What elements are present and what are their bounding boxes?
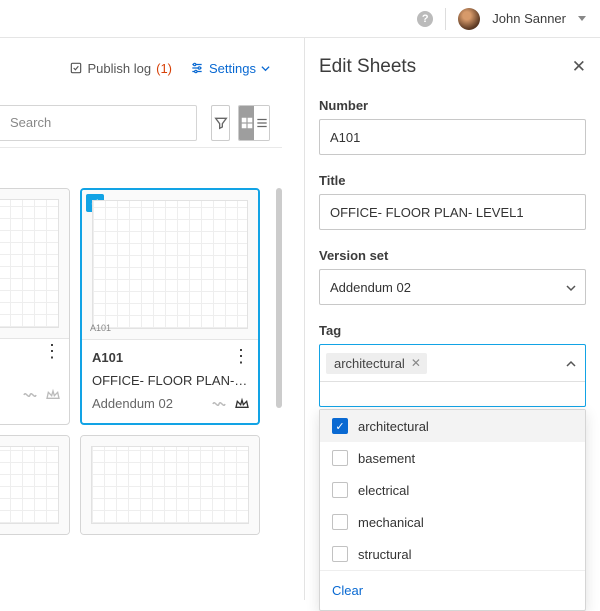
settings-button[interactable]: Settings <box>190 61 270 76</box>
title-input[interactable] <box>319 194 586 230</box>
list-icon <box>255 116 269 130</box>
funnel-icon <box>213 115 229 131</box>
crown-icon <box>234 397 250 411</box>
tag-chip: architectural ✕ <box>326 353 427 374</box>
publish-log-icon <box>69 61 83 75</box>
thumb-label: A101 <box>90 323 111 333</box>
kebab-icon[interactable]: ⋮ <box>232 350 250 362</box>
publish-log-count: (1) <box>156 61 172 76</box>
remove-tag-icon[interactable]: ✕ <box>411 356 421 370</box>
chevron-up-icon[interactable] <box>565 355 577 370</box>
sheet-card[interactable]: A100 ⋮ PLAN- BA... <box>0 188 70 425</box>
tag-option-label: electrical <box>358 483 409 498</box>
sheet-thumbnail[interactable] <box>0 436 69 534</box>
tag-label: Tag <box>319 323 586 338</box>
version-set-select[interactable]: Addendum 02 <box>319 269 586 305</box>
grid-view-button[interactable] <box>239 106 254 140</box>
chevron-down-icon <box>261 64 270 73</box>
checkbox-icon <box>332 546 348 562</box>
tag-dropdown: ✓ architectural basement electrical mech… <box>319 409 586 611</box>
card-title: OFFICE- FLOOR PLAN- LE... <box>92 373 250 388</box>
tag-chip-label: architectural <box>334 356 405 371</box>
sliders-icon <box>190 61 204 75</box>
crown-icon <box>45 388 61 402</box>
view-toggle <box>238 105 270 141</box>
publish-log-label: Publish log <box>88 61 152 76</box>
scrollbar[interactable] <box>276 188 282 600</box>
card-title: PLAN- BA... <box>0 365 61 380</box>
user-name[interactable]: John Sanner <box>492 11 566 26</box>
kebab-icon[interactable]: ⋮ <box>43 345 61 357</box>
settings-label: Settings <box>209 61 256 76</box>
tag-option-electrical[interactable]: electrical <box>320 474 585 506</box>
clear-tags-button[interactable]: Clear <box>320 570 585 610</box>
avatar[interactable] <box>458 8 480 30</box>
checkbox-icon <box>332 514 348 530</box>
tag-option-mechanical[interactable]: mechanical <box>320 506 585 538</box>
search-input[interactable] <box>0 105 197 141</box>
number-input[interactable] <box>319 119 586 155</box>
divider <box>445 8 446 30</box>
tag-option-structural[interactable]: structural <box>320 538 585 570</box>
title-label: Title <box>319 173 586 188</box>
tag-option-basement[interactable]: basement <box>320 442 585 474</box>
card-number: A101 <box>92 350 123 365</box>
sheet-thumbnail[interactable]: ✓ A101 <box>82 190 258 340</box>
sheet-thumbnail[interactable] <box>81 436 259 534</box>
card-version: Addendum 02 <box>92 396 173 411</box>
version-set-label: Version set <box>319 248 586 263</box>
link-icon <box>210 397 228 411</box>
version-set-value: Addendum 02 <box>330 280 411 295</box>
panel-title: Edit Sheets <box>319 56 416 78</box>
tag-option-label: mechanical <box>358 515 424 530</box>
edit-sheets-panel: Edit Sheets ✕ Number Title Version set A… <box>304 38 600 600</box>
close-icon[interactable]: ✕ <box>572 57 586 77</box>
number-label: Number <box>319 98 586 113</box>
scrollbar-thumb[interactable] <box>276 188 282 408</box>
sheet-card[interactable] <box>80 435 260 535</box>
card-status-icons <box>210 397 250 411</box>
grid-icon <box>240 116 254 130</box>
tag-option-label: structural <box>358 547 411 562</box>
filter-button[interactable] <box>211 105 230 141</box>
tag-option-label: architectural <box>358 419 429 434</box>
checkbox-icon <box>332 450 348 466</box>
sheet-card[interactable]: ✓ A101 A101 ⋮ OFFICE- FLOOR PLAN- LE... … <box>80 188 260 425</box>
help-icon[interactable]: ? <box>417 11 433 27</box>
tag-option-architectural[interactable]: ✓ architectural <box>320 410 585 442</box>
tag-multiselect[interactable]: architectural ✕ ✓ architectural basement… <box>319 344 586 407</box>
chevron-down-icon <box>565 282 575 292</box>
sheet-card[interactable] <box>0 435 70 535</box>
checkbox-icon: ✓ <box>332 418 348 434</box>
checkbox-icon <box>332 482 348 498</box>
chevron-down-icon[interactable] <box>578 16 586 21</box>
link-icon <box>21 388 39 402</box>
publish-log-button[interactable]: Publish log (1) <box>69 61 173 76</box>
list-view-button[interactable] <box>254 106 269 140</box>
card-status-icons <box>21 388 61 402</box>
sheet-thumbnail[interactable]: A100 <box>0 189 69 339</box>
tag-option-label: basement <box>358 451 415 466</box>
